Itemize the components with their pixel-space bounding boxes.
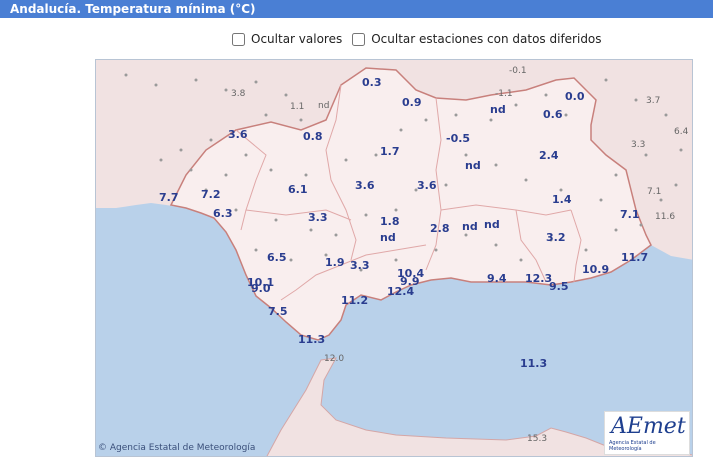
station-value[interactable]: 0.6 — [543, 109, 563, 121]
station-value[interactable]: 3.6 — [417, 180, 437, 192]
station-value[interactable]: 11.3 — [520, 358, 547, 370]
station-value[interactable]: 0.3 — [362, 77, 382, 89]
temperature-map[interactable]: 3.8 1.1 nd 0.3 -0.1 -1.1 0.0 3.7 0.9 nd 0.6 6.4 3.6 0… — [95, 59, 693, 457]
aemet-logo[interactable]: AEmet Agencia Estatal de Meteorología — [604, 411, 690, 455]
station-value[interactable]: 7.2 — [201, 189, 221, 201]
station-value[interactable]: 0.0 — [565, 91, 585, 103]
station-value[interactable]: 3.7 — [646, 95, 660, 107]
hide-deferred-checkbox[interactable] — [352, 32, 366, 46]
station-value[interactable]: 1.9 — [325, 257, 345, 269]
station-value[interactable]: 7.7 — [159, 192, 179, 204]
station-value[interactable]: nd — [318, 100, 329, 112]
station-value[interactable]: 11.7 — [621, 252, 648, 264]
station-value[interactable]: -0.1 — [509, 65, 527, 77]
station-value[interactable]: nd — [380, 232, 396, 244]
station-value[interactable]: 9.5 — [549, 281, 569, 293]
panel-title: Andalucía. Temperatura mínima (°C) — [0, 0, 713, 18]
station-value[interactable]: nd — [484, 219, 500, 231]
station-value[interactable]: 7.1 — [647, 186, 661, 198]
station-value[interactable]: 3.3 — [631, 139, 645, 151]
station-value[interactable]: 11.3 — [298, 334, 325, 346]
station-value[interactable]: 6.4 — [674, 126, 688, 138]
hide-values-filter[interactable]: Ocultar valores — [232, 32, 342, 46]
station-value[interactable]: nd — [465, 160, 481, 172]
map-background — [96, 60, 692, 456]
station-value[interactable]: 12.0 — [324, 353, 344, 365]
station-value[interactable]: 2.4 — [539, 150, 559, 162]
station-value[interactable]: nd — [462, 221, 478, 233]
station-value[interactable]: 3.8 — [231, 88, 245, 100]
station-value[interactable]: 9.0 — [251, 283, 271, 295]
station-value[interactable]: 0.8 — [303, 131, 323, 143]
station-value[interactable]: 1.1 — [290, 101, 304, 113]
station-value[interactable]: 10.9 — [582, 264, 609, 276]
station-value[interactable]: 1.8 — [380, 216, 400, 228]
logo-subtitle: Agencia Estatal de Meteorología — [609, 440, 656, 452]
copyright-text: Agencia Estatal de Meteorología — [109, 443, 256, 453]
hide-values-label: Ocultar valores — [251, 32, 343, 46]
station-value[interactable]: 7.5 — [268, 306, 288, 318]
station-value[interactable]: 1.7 — [380, 146, 400, 158]
station-value[interactable]: 9.4 — [487, 273, 507, 285]
station-value[interactable]: 12.4 — [387, 286, 414, 298]
station-value[interactable]: 15.3 — [527, 433, 547, 445]
station-value[interactable]: 3.6 — [355, 180, 375, 192]
station-value[interactable]: 2.8 — [430, 223, 450, 235]
hide-values-checkbox[interactable] — [232, 32, 245, 46]
hide-deferred-filter[interactable]: Ocultar estaciones con datos diferidos — [352, 32, 602, 46]
station-value[interactable]: 3.3 — [350, 260, 370, 272]
station-value[interactable]: -0.5 — [446, 133, 470, 145]
station-value[interactable]: -1.1 — [495, 88, 513, 100]
filter-bar: Ocultar valores Ocultar estaciones con d… — [232, 32, 612, 46]
station-value[interactable]: 1.4 — [552, 194, 572, 206]
station-value[interactable]: 0.9 — [402, 97, 422, 109]
logo-brand-text: AEmet — [611, 414, 686, 439]
station-value[interactable]: 7.1 — [620, 209, 640, 221]
station-value[interactable]: 3.6 — [228, 129, 248, 141]
station-value[interactable]: 11.6 — [655, 211, 675, 223]
station-value[interactable]: 6.3 — [213, 208, 233, 220]
station-value[interactable]: 3.2 — [546, 232, 566, 244]
station-value[interactable]: 6.5 — [267, 252, 287, 264]
hide-deferred-label: Ocultar estaciones con datos diferidos — [371, 32, 602, 46]
station-value[interactable]: 11.2 — [341, 295, 368, 307]
map-copyright: © Agencia Estatal de Meteorología — [98, 443, 255, 453]
station-value[interactable]: nd — [490, 104, 506, 116]
copyright-icon: © — [98, 443, 107, 453]
station-value[interactable]: 3.3 — [308, 212, 328, 224]
station-value[interactable]: 6.1 — [288, 184, 308, 196]
